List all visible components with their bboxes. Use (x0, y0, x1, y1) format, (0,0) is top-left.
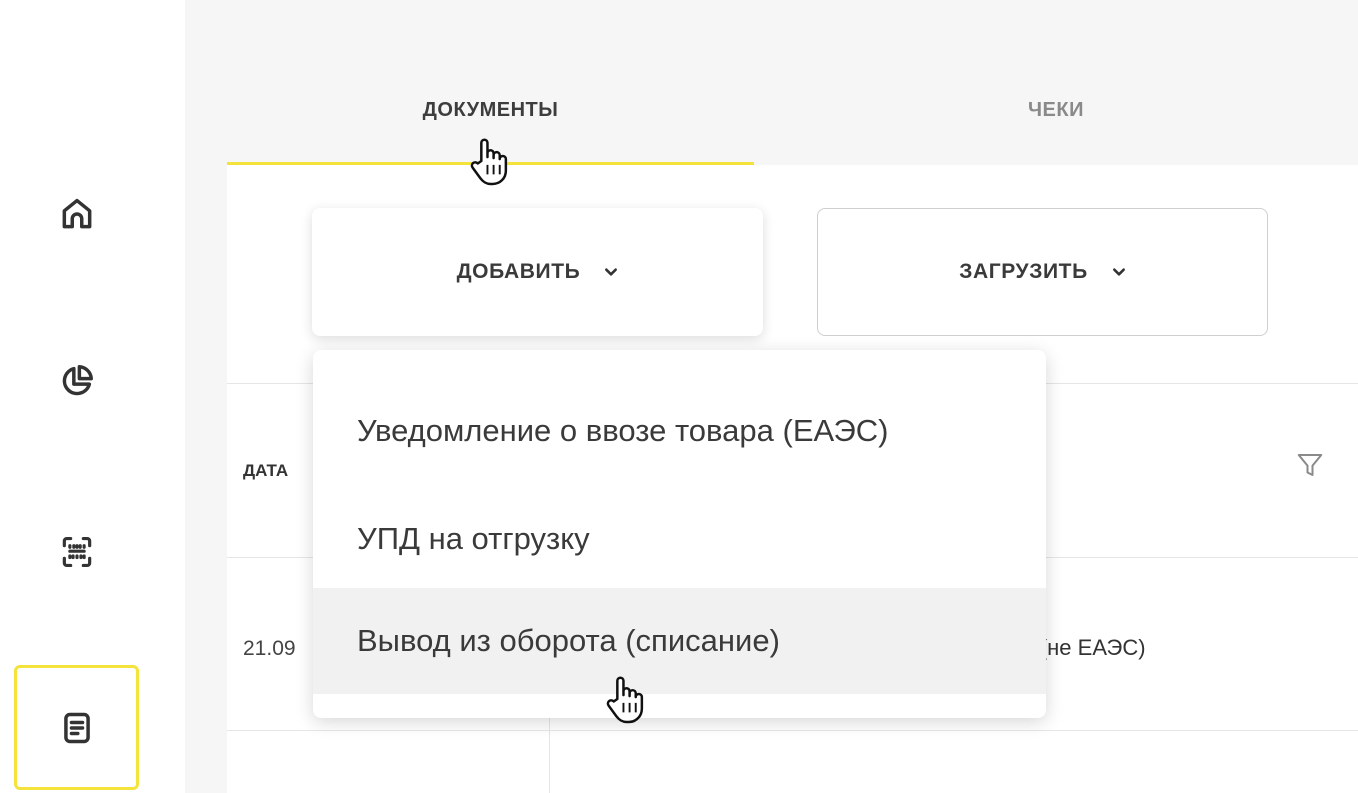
chevron-down-icon (605, 268, 618, 276)
column-header-date[interactable]: ДАТА (243, 461, 288, 481)
scan-code-icon (62, 536, 91, 567)
filter-icon[interactable] (1295, 450, 1325, 480)
table-row-divider (227, 730, 1358, 731)
document-icon (63, 712, 90, 743)
sidebar-item-scan[interactable] (14, 489, 139, 614)
add-button[interactable]: ДОБАВИТЬ (312, 208, 763, 336)
menu-item-upd-shipment[interactable]: УПД на отгрузку (313, 486, 1046, 592)
add-button-label: ДОБАВИТЬ (456, 260, 581, 283)
home-icon (62, 198, 91, 228)
menu-item-withdrawal[interactable]: Вывод из оборота (списание) (313, 588, 1046, 694)
add-dropdown-menu: Уведомление о ввозе товара (ЕАЭС) УПД на… (313, 350, 1046, 718)
upload-button[interactable]: ЗАГРУЗИТЬ (817, 208, 1268, 336)
sidebar-item-analytics[interactable] (14, 318, 139, 443)
sidebar-item-home[interactable] (14, 151, 139, 276)
tab-receipts[interactable]: ЧЕКИ (754, 60, 1358, 160)
chevron-down-icon (1112, 268, 1125, 276)
pie-chart-icon (62, 364, 93, 395)
sidebar-item-documents[interactable] (14, 665, 139, 790)
table-cell-date: 21.09 (243, 637, 296, 660)
sidebar (0, 0, 185, 793)
hand-cursor-icon (470, 138, 508, 186)
hand-cursor-icon (606, 676, 644, 724)
menu-item-import-notification[interactable]: Уведомление о ввозе товара (ЕАЭС) (313, 378, 1046, 484)
upload-button-label: ЗАГРУЗИТЬ (959, 260, 1088, 283)
